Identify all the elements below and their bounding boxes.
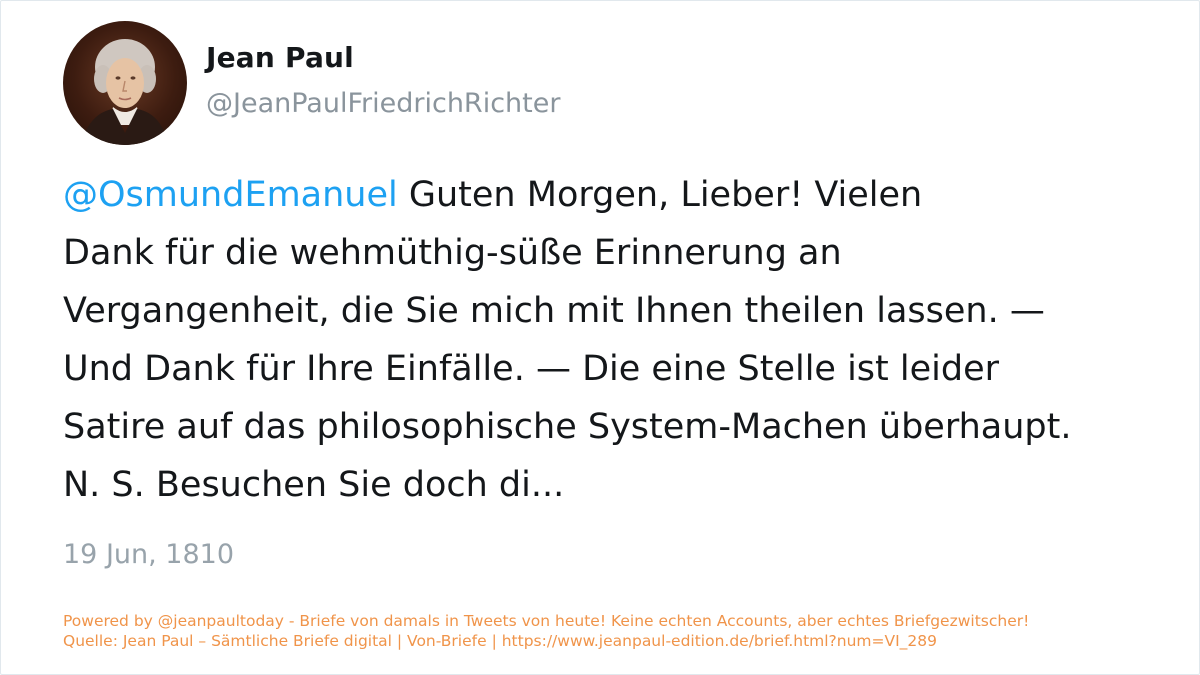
portrait-avatar-icon[interactable]: [63, 21, 187, 145]
author-handle[interactable]: @JeanPaulFriedrichRichter: [206, 88, 560, 119]
mention-link[interactable]: @OsmundEmanuel: [63, 175, 398, 215]
author-name[interactable]: Jean Paul: [206, 41, 354, 74]
tweet-line: N. S. Besuchen Sie doch di...: [63, 465, 565, 505]
tweet-line: Und Dank für Ihre Einfälle. — Die eine S…: [63, 349, 1000, 389]
footer-powered-by: Powered by @jeanpaultoday - Briefe von d…: [63, 612, 1030, 630]
tweet-text-segment: Guten Morgen, Lieber! Vielen: [397, 175, 923, 215]
tweet-line: Vergangenheit, die Sie mich mit Ihnen th…: [63, 291, 1045, 331]
tweet-text: @OsmundEmanuel Guten Morgen, Lieber! Vie…: [63, 166, 1163, 514]
footer-attribution: Powered by @jeanpaultoday - Briefe von d…: [63, 611, 1029, 651]
tweet-line: @OsmundEmanuel Guten Morgen, Lieber! Vie…: [63, 166, 1163, 224]
avatar-portrait-graphic: [81, 39, 169, 145]
footer-source: Quelle: Jean Paul – Sämtliche Briefe dig…: [63, 632, 938, 650]
tweet-card: Jean Paul @JeanPaulFriedrichRichter @Osm…: [0, 0, 1200, 675]
tweet-date: 19 Jun, 1810: [63, 539, 235, 570]
tweet-line: Satire auf das philosophische System-Mac…: [63, 407, 1072, 447]
tweet-line: Dank für die wehmüthig-süße Erinnerung a…: [63, 233, 842, 273]
